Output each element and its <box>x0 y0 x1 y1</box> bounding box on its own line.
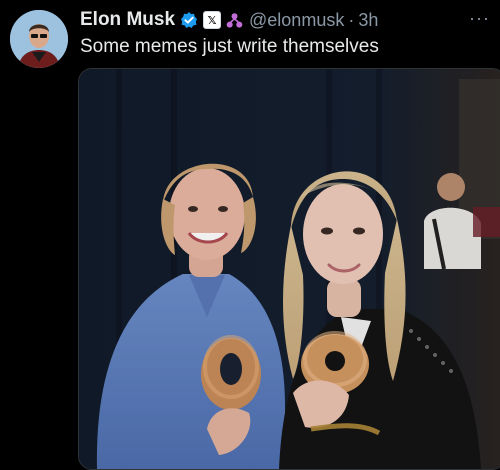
separator-dot: · <box>348 9 355 30</box>
author-avatar[interactable] <box>10 10 68 68</box>
more-options-icon[interactable]: ··· <box>469 8 490 29</box>
tweet-header: Elon Musk 𝕏 @elonmusk · 3h <box>80 8 378 32</box>
tweet-text: Some memes just write themselves <box>80 36 379 57</box>
tweet-image[interactable] <box>78 68 500 470</box>
affiliate-icon[interactable] <box>226 12 243 29</box>
post-time[interactable]: 3h <box>358 10 378 31</box>
x-logo-icon[interactable]: 𝕏 <box>203 11 222 29</box>
author-handle[interactable]: @elonmusk <box>249 10 344 31</box>
author-name[interactable]: Elon Musk <box>80 9 175 31</box>
tweet[interactable]: Elon Musk 𝕏 @elonmusk · 3h ··· Some meme… <box>0 0 500 470</box>
verified-badge-icon <box>180 11 198 29</box>
